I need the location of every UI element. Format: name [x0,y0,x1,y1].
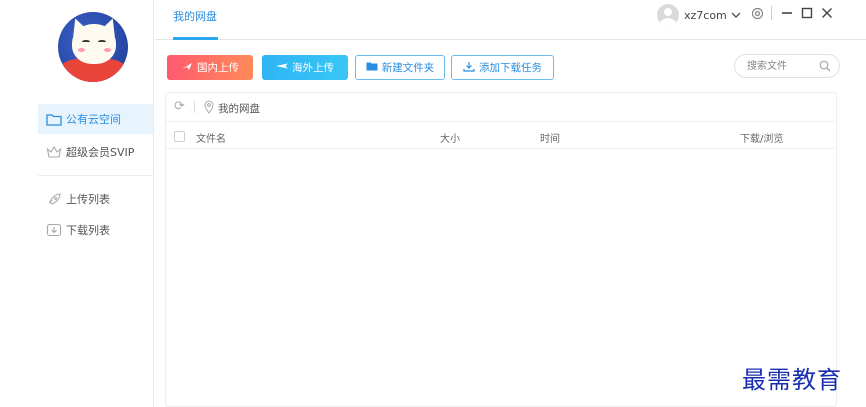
new-folder-button[interactable]: 新建文件夹 [355,55,445,80]
user-menu[interactable]: xz7com [657,3,741,27]
search-icon[interactable] [819,60,831,72]
tab-active-indicator [173,37,218,40]
search-box [734,54,840,78]
search-input[interactable] [747,59,817,74]
chevron-down-icon [731,9,741,22]
overseas-upload-button[interactable]: 海外上传 [262,55,348,80]
rocket-icon [46,192,62,206]
domestic-upload-label: 国内上传 [197,62,239,74]
sidebar-item-svip[interactable]: 超级会员SVIP [38,137,153,167]
location-icon [204,100,214,114]
overseas-upload-label: 海外上传 [292,62,334,74]
sidebar-item-download-list[interactable]: 下载列表 [38,215,153,245]
username: xz7com [684,8,727,22]
new-folder-label: 新建文件夹 [381,62,435,74]
app-logo [58,12,128,82]
file-table-header: 文件名 大小 时间 下载/浏览 [166,123,836,149]
breadcrumb: ⟳ 我的网盘 [166,93,836,122]
sidebar-item-label: 上传列表 [66,193,110,206]
sidebar: 公有云空间 超级会员SVIP 上传列表 下载列表 [0,0,154,407]
sidebar-item-label: 公有云空间 [66,113,121,126]
file-panel: ⟳ 我的网盘 文件名 大小 时间 下载/浏览 [165,92,837,407]
crown-icon [46,145,62,159]
maximize-button[interactable] [799,5,815,21]
new-folder-icon [366,61,378,74]
minimize-button[interactable] [779,5,795,21]
plane-icon [276,61,288,74]
sidebar-item-label: 超级会员SVIP [66,146,135,159]
sidebar-divider [38,175,153,176]
sidebar-item-upload-list[interactable]: 上传列表 [38,184,153,214]
maximize-icon [801,7,813,19]
download-list-icon [46,223,62,237]
add-download-task-button[interactable]: 添加下载任务 [451,55,554,80]
sidebar-item-label: 下载列表 [66,224,110,237]
tab-my-disk[interactable]: 我的网盘 [173,8,217,24]
close-icon [822,8,832,18]
top-bar: 我的网盘 xz7com [155,0,866,40]
domestic-upload-button[interactable]: 国内上传 [167,55,253,80]
settings-button[interactable] [749,5,765,21]
download-icon [463,61,475,75]
column-header-actions: 下载/浏览 [740,134,784,145]
select-all-checkbox[interactable] [174,131,185,142]
folder-icon [46,112,62,126]
gear-icon [751,7,763,19]
sidebar-item-public-cloud[interactable]: 公有云空间 [38,104,153,134]
column-header-size[interactable]: 大小 [440,130,460,145]
column-header-time[interactable]: 时间 [540,130,560,145]
plane-icon [181,61,193,74]
breadcrumb-current[interactable]: 我的网盘 [218,101,260,116]
titlebar-divider [771,6,772,20]
add-download-label: 添加下载任务 [479,62,542,74]
avatar [657,4,679,26]
minimize-icon [782,12,792,14]
refresh-icon[interactable]: ⟳ [174,100,188,114]
watermark: 最需教育 [742,366,842,394]
column-header-filename[interactable]: 文件名 [196,130,226,145]
close-button[interactable] [819,5,835,21]
